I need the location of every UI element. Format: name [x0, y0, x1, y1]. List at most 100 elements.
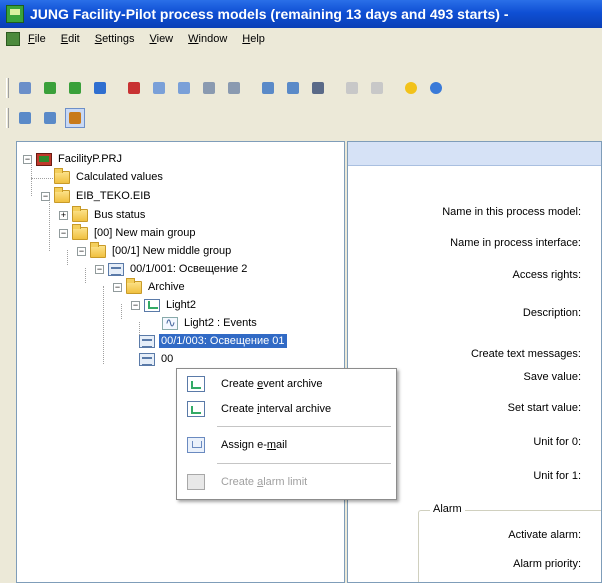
tree-item-label: FacilityP.PRJ: [58, 153, 122, 165]
menu-help[interactable]: Help: [242, 33, 265, 45]
mail-sync-icon: [287, 82, 299, 94]
calendar-icon: [228, 82, 240, 94]
device-icon: [108, 262, 124, 276]
device-icon: [139, 334, 155, 348]
tree-line: [121, 304, 122, 319]
project-icon: [36, 152, 52, 166]
prop-label-set-start-value: Set start value:: [507, 402, 581, 414]
folder-icon: [72, 223, 88, 240]
tree-pane[interactable]: − FacilityP.PRJ Calculated values − EIB_…: [16, 141, 345, 583]
tree-item-main-group[interactable]: − [00] New main group: [59, 223, 198, 242]
menu-separator: [217, 463, 391, 464]
tree-item-project[interactable]: − FacilityP.PRJ: [23, 150, 124, 168]
prop-label-activate-alarm: Activate alarm:: [508, 529, 581, 541]
menu-system-icon[interactable]: [6, 32, 20, 46]
device-icon: [139, 352, 155, 366]
menu-view[interactable]: View: [149, 33, 173, 45]
tree-line: [85, 268, 86, 283]
collapse-icon[interactable]: −: [41, 191, 50, 201]
prop-label-create-text-messages: Create text messages:: [470, 348, 581, 360]
email-icon: [187, 437, 205, 453]
tree-item-label: Bus status: [94, 209, 146, 221]
collapse-icon[interactable]: −: [113, 282, 122, 292]
connect-button[interactable]: [65, 78, 85, 98]
toolbar-grip[interactable]: [6, 78, 9, 98]
tree-item-label: [00] New main group: [94, 227, 196, 239]
collapse-icon[interactable]: −: [23, 154, 32, 164]
chart-button[interactable]: [149, 78, 169, 98]
app-icon: [6, 5, 24, 23]
help-button[interactable]: [426, 78, 446, 98]
title-bar[interactable]: JUNG Facility-Pilot process models (rema…: [0, 0, 602, 28]
menu-item-assign-email[interactable]: Assign e-mail: [179, 433, 394, 457]
tree-item-calculated-values[interactable]: Calculated values: [54, 167, 165, 186]
alarm-limit-icon: [187, 474, 205, 490]
properties-button[interactable]: [15, 78, 35, 98]
tree-item-device-1[interactable]: − 00/1/001: Освещение 2: [95, 260, 249, 278]
menu-item-label: Create alarm limit: [221, 476, 308, 488]
info-icon: [405, 82, 417, 94]
collapse-icon[interactable]: −: [131, 300, 140, 310]
tree-item-label: [00/1] New middle group: [112, 245, 232, 257]
tree-item-label: 00/1/001: Освещение 2: [130, 263, 248, 275]
menu-item-create-interval-archive[interactable]: Create interval archive: [179, 397, 394, 421]
menu-item-create-alarm-limit: Create alarm limit: [179, 470, 394, 494]
tree-item-eib[interactable]: − EIB_TEKO.EIB: [41, 186, 153, 205]
tree-view-icon: [19, 112, 31, 124]
tree-item-label: Light2: [166, 299, 196, 311]
menu-window[interactable]: Window: [188, 33, 227, 45]
monitor-view-icon: [69, 112, 81, 124]
delete-red-button[interactable]: [124, 78, 144, 98]
mail-button[interactable]: [258, 78, 278, 98]
menu-item-label: Create event archive: [221, 378, 323, 390]
menu-edit[interactable]: Edit: [61, 33, 80, 45]
prop-label-unit-1: Unit for 1:: [533, 470, 581, 482]
interval-archive-icon: [187, 401, 205, 417]
mail-sync-button[interactable]: [283, 78, 303, 98]
save-button[interactable]: [90, 78, 110, 98]
interval-chart-button[interactable]: [174, 78, 194, 98]
tree-item-device-3[interactable]: 00: [139, 350, 175, 368]
main-toolbar: [0, 74, 451, 102]
tree-item-label: EIB_TEKO.EIB: [76, 190, 151, 202]
tree-item-middle-group[interactable]: − [00/1] New middle group: [77, 241, 233, 260]
prop-label-description: Description:: [522, 307, 581, 319]
grid-button[interactable]: [199, 78, 219, 98]
list-view-button[interactable]: [40, 108, 60, 128]
menu-item-label: Assign e-mail: [221, 439, 288, 451]
tree-item-light2[interactable]: − Light2: [131, 296, 198, 314]
menu-file[interactable]: File: [28, 33, 46, 45]
properties-pane: Name in this process model: Name in proc…: [347, 141, 602, 583]
collapse-icon[interactable]: −: [95, 264, 104, 274]
tree-item-bus-status[interactable]: + Bus status: [59, 205, 147, 224]
prop-label-save-value: Save value:: [523, 371, 581, 383]
collapse-icon[interactable]: −: [59, 228, 68, 238]
event-archive-icon: [187, 376, 205, 392]
interval-chart-icon: [178, 82, 190, 94]
tree-view-button[interactable]: [15, 108, 35, 128]
tree-item-device-2[interactable]: 00/1/003: Освещение 01: [139, 332, 287, 350]
context-menu: Create event archive Create interval arc…: [176, 368, 397, 500]
save-icon: [94, 82, 106, 94]
collapse-icon[interactable]: −: [77, 246, 86, 256]
list-view-icon: [44, 112, 56, 124]
expand-icon[interactable]: +: [59, 210, 68, 220]
toolbar-grip[interactable]: [6, 108, 9, 128]
menu-bar: File Edit Settings View Window Help: [0, 28, 602, 50]
tree-item-light2-events[interactable]: Light2 : Events: [162, 314, 259, 332]
archive-folder-icon: [126, 277, 142, 294]
chart-icon: [144, 298, 160, 312]
tree-item-label: Archive: [148, 281, 185, 293]
tree-item-archive[interactable]: − Archive: [113, 277, 187, 296]
copy-button[interactable]: [342, 78, 362, 98]
monitor-view-button[interactable]: [65, 108, 85, 128]
menu-item-create-event-archive[interactable]: Create event archive: [179, 372, 394, 396]
alarm-group-title: Alarm: [430, 503, 465, 515]
calendar-button[interactable]: [224, 78, 244, 98]
paste-button[interactable]: [367, 78, 387, 98]
info-button[interactable]: [401, 78, 421, 98]
prop-label-access-rights: Access rights:: [512, 269, 581, 281]
flag-green-button[interactable]: [40, 78, 60, 98]
menu-settings[interactable]: Settings: [95, 33, 135, 45]
mail-alarm-button[interactable]: [308, 78, 328, 98]
